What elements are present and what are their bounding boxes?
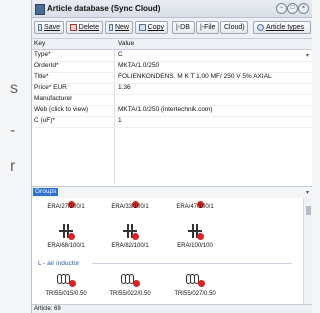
article-label: ERA/33/100/1 [111,204,149,210]
section-divider [92,263,292,264]
air-inductor-icon [57,274,76,287]
window-title: Article database (Sync Cloud) [47,4,161,13]
grid-header: Key Value [32,39,312,50]
article-types-button[interactable]: Article types [253,21,311,34]
group-selected-value[interactable]: Groups [33,188,59,196]
capacitor-icon [123,224,139,240]
background-fragment: s [10,80,18,97]
article-database-window: Article database (Sync Cloud) − □ × Save… [31,0,312,313]
new-button[interactable]: New [105,21,133,34]
file-button[interactable]: |-File [196,21,219,34]
save-icon [38,24,43,31]
status-bar: Article: 69 [32,304,312,313]
row-value[interactable]: 1 [118,117,122,124]
title-bar[interactable]: Article database (Sync Cloud) − □ × [32,0,312,18]
minimize-button[interactable]: − [276,3,287,14]
article-label: ERA/82/100/1 [111,243,149,249]
dropdown-arrow-icon[interactable]: ▾ [306,52,309,59]
row-key: OrderId* [34,62,59,69]
save-button[interactable]: Save [34,21,64,34]
toolbar: Save Delete New Copy |-DB |-File Cloud) … [32,18,312,39]
row-key: Manufacturer [34,95,73,102]
article-label: TRI55/027/0.50 [174,291,216,297]
row-value[interactable]: C [118,51,123,58]
property-grid: Key Value Type* C ▾ OrderId* MKTA/1.0/25… [32,39,312,185]
row-key: Type* [34,51,51,58]
background-fragment: - [10,122,16,139]
air-inductor-icon [121,274,140,287]
cloud-button[interactable]: Cloud) [220,21,248,34]
capacitor-icon [188,224,204,240]
row-key: Title* [34,73,49,80]
article-label: ERA/47/100/1 [176,204,214,210]
article-item[interactable]: ERA/68/100/1 [38,222,94,252]
background-fragment: r [10,158,16,175]
article-item[interactable]: TRI55/022/0.50 [102,272,158,300]
capacitor-icon [59,224,75,240]
close-button[interactable]: × [298,3,309,14]
value-column-header: Value [118,40,135,47]
article-label: ERA/27/100/1 [47,204,85,210]
row-value[interactable]: MKTA/1.0/250 [118,62,159,69]
article-label: ERA/68/100/1 [47,243,85,249]
delete-icon [70,24,77,31]
air-inductor-icon [186,274,205,287]
article-types-icon [257,24,264,31]
article-item[interactable]: TRI55/027/0.50 [167,272,223,300]
article-label: TRI55/022/0.50 [109,291,151,297]
row-value[interactable]: 1.36 [118,84,131,91]
article-item[interactable]: ERA/82/100/1 [102,222,158,252]
article-icon-panel: ERA/27/100/1 ERA/33/100/1 ERA/47/100/1 E… [32,198,312,305]
db-button[interactable]: |-DB [172,21,195,34]
delete-button[interactable]: Delete [66,21,103,34]
article-item[interactable]: ERA/27/100/1 [38,198,94,212]
article-item[interactable]: ERA/100/100 [167,222,223,252]
dropdown-arrow-icon[interactable]: ▾ [306,189,309,196]
article-label: ERA/100/100 [177,243,213,249]
web-link[interactable]: MKTA/1.0/250 (intertechnik.com) [118,106,213,113]
row-key: Price* EUR [34,84,67,91]
database-icon [35,4,45,15]
article-item[interactable]: TRI55/015/0.50 [38,272,94,300]
article-item[interactable]: ERA/47/100/1 [167,198,223,212]
row-key: Web (click to view) [34,106,89,113]
row-key: C (uF)* [34,117,55,124]
copy-icon [139,24,146,31]
article-label: TRI55/015/0.50 [45,291,87,297]
new-icon [109,24,113,31]
section-title: L - air inductor [38,260,80,267]
scrollbar-thumb[interactable] [306,206,311,215]
copy-button[interactable]: Copy [135,21,168,34]
key-column-header: Key [34,40,46,47]
article-item[interactable]: ERA/33/100/1 [102,198,158,212]
panel-scrollbar[interactable] [303,198,312,305]
grid-row[interactable]: C (uF)* 1 [32,116,312,128]
maximize-button[interactable]: □ [287,3,298,14]
row-value[interactable]: FOLIENKONDENS. M K T 1.00 MF/ 250 V 5% A… [118,73,272,80]
